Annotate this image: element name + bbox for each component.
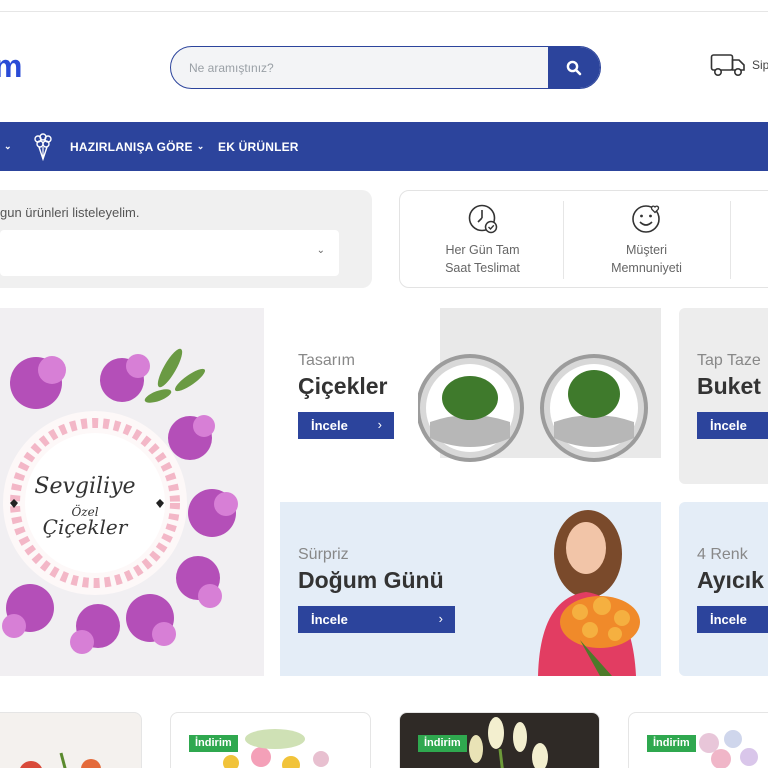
banner-subtitle: Tasarım [298, 352, 355, 369]
button-label: İncele [710, 612, 747, 627]
chevron-right-icon: › [377, 417, 382, 432]
nav-item-ek-urunler[interactable]: EK ÜRÜNLER [218, 122, 299, 171]
banner-birthday[interactable]: Sürpriz Doğum Günü İncele › [280, 502, 661, 676]
shipment-tracking-link[interactable]: Sip [710, 52, 768, 78]
flower-wreath-image: Sevgiliye Özel Çiçekler [2, 348, 238, 654]
feature-line2: Memnuniyeti [611, 261, 682, 275]
nav-item-hazirlanisa-gore[interactable]: HAZIRLANIŞA GÖRE ⌄ [70, 122, 205, 171]
banner-fresh-bouquet[interactable]: Tap Taze Buket İncele [679, 308, 768, 484]
button-label: İncele [710, 418, 747, 433]
inspect-button[interactable]: İncele [697, 606, 768, 633]
truck-icon [710, 54, 745, 76]
product-card[interactable]: İndirim [399, 712, 600, 768]
search-bar [170, 46, 601, 89]
nav-prev-chevron[interactable]: ⌄ [0, 122, 12, 171]
button-label: İncele [311, 612, 348, 627]
product-card[interactable]: İndirim [170, 712, 371, 768]
main-nav: ⌄ HAZIRLANIŞA GÖRE ⌄ EK ÜRÜNLER [0, 122, 768, 171]
hero-script-line1: Sevgiliye [34, 474, 135, 499]
banner-title: Buket [697, 373, 761, 399]
nav-item-label: HAZIRLANIŞA GÖRE [70, 139, 193, 154]
smiley-heart-icon [631, 205, 660, 233]
banner-subtitle: Tap Taze [697, 352, 761, 369]
feature-line1: Müşteri [626, 243, 667, 257]
banner-subtitle: Sürpriz [298, 546, 349, 563]
occasion-filter: gun ürünleri listeleyelim. ⌄ [0, 190, 372, 288]
valentine-hero-banner[interactable]: Sevgiliye Özel Çiçekler [0, 308, 264, 676]
filter-prompt: gun ürünleri listeleyelim. [0, 205, 140, 220]
search-input[interactable] [171, 47, 548, 88]
banner-title: Ayıcık [697, 567, 764, 593]
search-icon [566, 60, 582, 75]
discount-badge: İndirim [418, 735, 467, 752]
feature-line2: Saat Teslimat [445, 261, 520, 275]
inspect-button[interactable]: İncele › [298, 412, 394, 439]
feature-line1: Her Gün Tam [445, 243, 520, 257]
chevron-down-icon: ⌄ [316, 245, 325, 256]
shipment-label: Sip [752, 58, 768, 72]
features-strip: Her Gün Tam Saat Teslimat Müşteri Memnun… [399, 190, 768, 288]
inspect-button[interactable]: İncele › [298, 606, 455, 633]
banner-teddy-bear[interactable]: 4 Renk Ayıcık İncele [679, 502, 768, 676]
banner-subtitle: 4 Renk [697, 546, 748, 563]
logo[interactable]: m [0, 48, 22, 85]
hero-script-line3: Çiçekler [43, 515, 129, 539]
top-bar [0, 0, 768, 12]
occasion-select[interactable]: ⌄ [0, 230, 339, 276]
clock-check-icon [468, 204, 497, 234]
banner-title: Doğum Günü [298, 567, 444, 593]
banner-design-flowers[interactable]: Tasarım Çiçekler İncele › [280, 308, 661, 484]
product-image [20, 752, 101, 768]
nav-item-label: EK ÜRÜNLER [218, 139, 299, 154]
woman-with-flowers-image [538, 510, 640, 676]
terrarium-image [418, 354, 648, 462]
discount-badge: İndirim [189, 735, 238, 752]
product-card[interactable] [0, 712, 142, 768]
discount-badge: İndirim [647, 735, 696, 752]
button-label: İncele [311, 418, 348, 433]
feature-delivery: Her Gün Tam Saat Teslimat [400, 191, 565, 289]
page: m Sip ⌄ [0, 0, 768, 768]
banner-title: Çiçekler [298, 373, 388, 399]
feature-satisfaction: Müşteri Memnuniyeti [564, 191, 729, 289]
inspect-button[interactable]: İncele [697, 412, 768, 439]
product-card[interactable]: İndirim [628, 712, 768, 768]
search-button[interactable] [548, 47, 600, 88]
divider [730, 201, 731, 279]
chevron-right-icon: › [438, 611, 443, 626]
bouquet-icon [30, 122, 56, 171]
